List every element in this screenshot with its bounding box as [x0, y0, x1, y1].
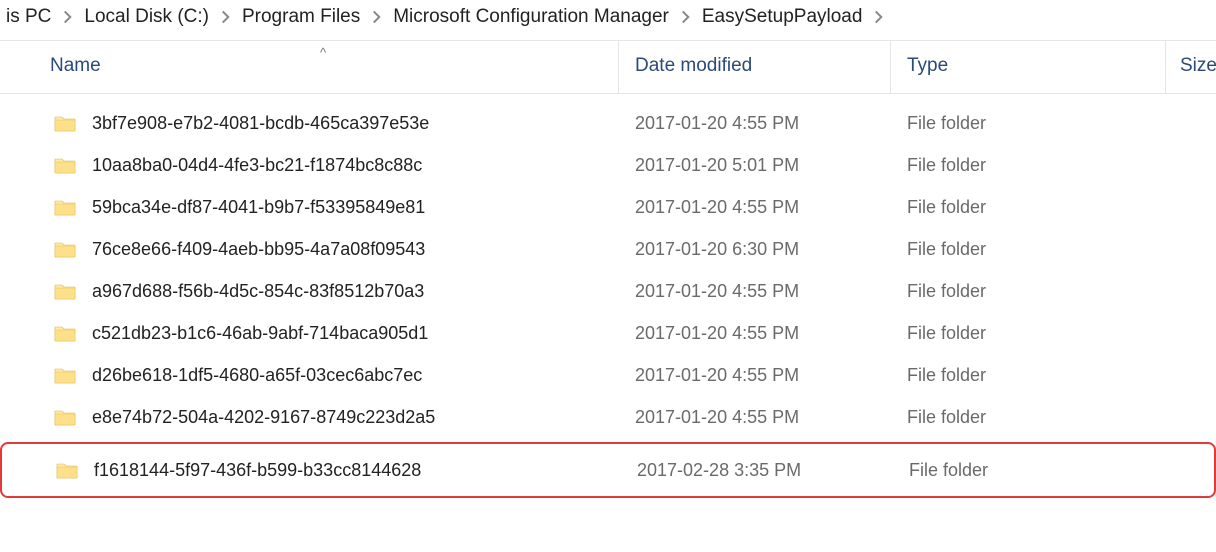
file-row[interactable]: 10aa8ba0-04d4-4fe3-bc21-f1874bc8c88c 2017… [0, 144, 1216, 186]
chevron-right-icon[interactable] [366, 10, 387, 24]
file-type: File folder [907, 197, 986, 218]
file-type: File folder [907, 113, 986, 134]
file-name: e8e74b72-504a-4202-9167-8749c223d2a5 [92, 407, 435, 428]
chevron-right-icon[interactable] [57, 10, 78, 24]
file-name: 10aa8ba0-04d4-4fe3-bc21-f1874bc8c88c [92, 155, 422, 176]
column-header-size[interactable]: Size [1180, 55, 1216, 77]
file-date: 2017-01-20 5:01 PM [635, 155, 799, 176]
file-name: a967d688-f56b-4d5c-854c-83f8512b70a3 [92, 281, 424, 302]
breadcrumb-item[interactable]: is PC [0, 4, 57, 30]
file-name: 76ce8e66-f409-4aeb-bb95-4a7a08f09543 [92, 239, 425, 260]
file-date: 2017-01-20 4:55 PM [635, 281, 799, 302]
file-row[interactable]: a967d688-f56b-4d5c-854c-83f8512b70a3 2017… [0, 270, 1216, 312]
breadcrumb-item[interactable]: EasySetupPayload [696, 4, 869, 30]
file-date: 2017-01-20 4:55 PM [635, 407, 799, 428]
file-name: f1618144-5f97-436f-b599-b33cc8144628 [94, 460, 421, 481]
column-separator[interactable] [618, 41, 619, 93]
folder-icon [54, 114, 76, 132]
folder-icon [54, 156, 76, 174]
file-row[interactable]: e8e74b72-504a-4202-9167-8749c223d2a5 2017… [0, 396, 1216, 438]
chevron-right-icon[interactable] [215, 10, 236, 24]
file-type: File folder [907, 239, 986, 260]
folder-icon [54, 282, 76, 300]
file-type: File folder [907, 323, 986, 344]
file-row[interactable]: 3bf7e908-e7b2-4081-bcdb-465ca397e53e 2017… [0, 102, 1216, 144]
file-type: File folder [909, 460, 988, 481]
file-type: File folder [907, 365, 986, 386]
file-date: 2017-01-20 4:55 PM [635, 365, 799, 386]
column-header-row: Name ^ Date modified Type Size [0, 40, 1216, 94]
folder-icon [54, 324, 76, 342]
file-row[interactable]: 76ce8e66-f409-4aeb-bb95-4a7a08f09543 2017… [0, 228, 1216, 270]
file-list: 3bf7e908-e7b2-4081-bcdb-465ca397e53e 2017… [0, 94, 1216, 498]
column-separator[interactable] [1165, 41, 1166, 93]
file-date: 2017-02-28 3:35 PM [637, 460, 801, 481]
file-type: File folder [907, 281, 986, 302]
folder-icon [54, 198, 76, 216]
file-date: 2017-01-20 4:55 PM [635, 197, 799, 218]
file-row[interactable]: d26be618-1df5-4680-a65f-03cec6abc7ec 2017… [0, 354, 1216, 396]
breadcrumb-item[interactable]: Microsoft Configuration Manager [387, 4, 675, 30]
file-date: 2017-01-20 6:30 PM [635, 239, 799, 260]
file-name: d26be618-1df5-4680-a65f-03cec6abc7ec [92, 365, 422, 386]
file-date: 2017-01-20 4:55 PM [635, 323, 799, 344]
file-date: 2017-01-20 4:55 PM [635, 113, 799, 134]
breadcrumb-item[interactable]: Local Disk (C:) [78, 4, 215, 30]
file-row[interactable]: c521db23-b1c6-46ab-9abf-714baca905d1 2017… [0, 312, 1216, 354]
column-header-type[interactable]: Type [907, 55, 948, 77]
breadcrumb[interactable]: is PC Local Disk (C:) Program Files Microso… [0, 0, 1216, 40]
column-header-name[interactable]: Name [50, 55, 101, 77]
chevron-right-icon[interactable] [675, 10, 696, 24]
file-name: 3bf7e908-e7b2-4081-bcdb-465ca397e53e [92, 113, 429, 134]
file-name: 59bca34e-df87-4041-b9b7-f53395849e81 [92, 197, 425, 218]
column-separator[interactable] [890, 41, 891, 93]
breadcrumb-item[interactable]: Program Files [236, 4, 366, 30]
folder-icon [54, 240, 76, 258]
folder-icon [54, 408, 76, 426]
file-row[interactable]: 59bca34e-df87-4041-b9b7-f53395849e81 2017… [0, 186, 1216, 228]
chevron-right-icon[interactable] [868, 10, 889, 24]
file-name: c521db23-b1c6-46ab-9abf-714baca905d1 [92, 323, 428, 344]
file-row[interactable]: f1618144-5f97-436f-b599-b33cc8144628 2017… [0, 442, 1216, 498]
file-type: File folder [907, 407, 986, 428]
folder-icon [54, 366, 76, 384]
folder-icon [56, 461, 78, 479]
file-type: File folder [907, 155, 986, 176]
sort-indicator-icon: ^ [320, 45, 326, 60]
column-header-date[interactable]: Date modified [635, 55, 752, 77]
